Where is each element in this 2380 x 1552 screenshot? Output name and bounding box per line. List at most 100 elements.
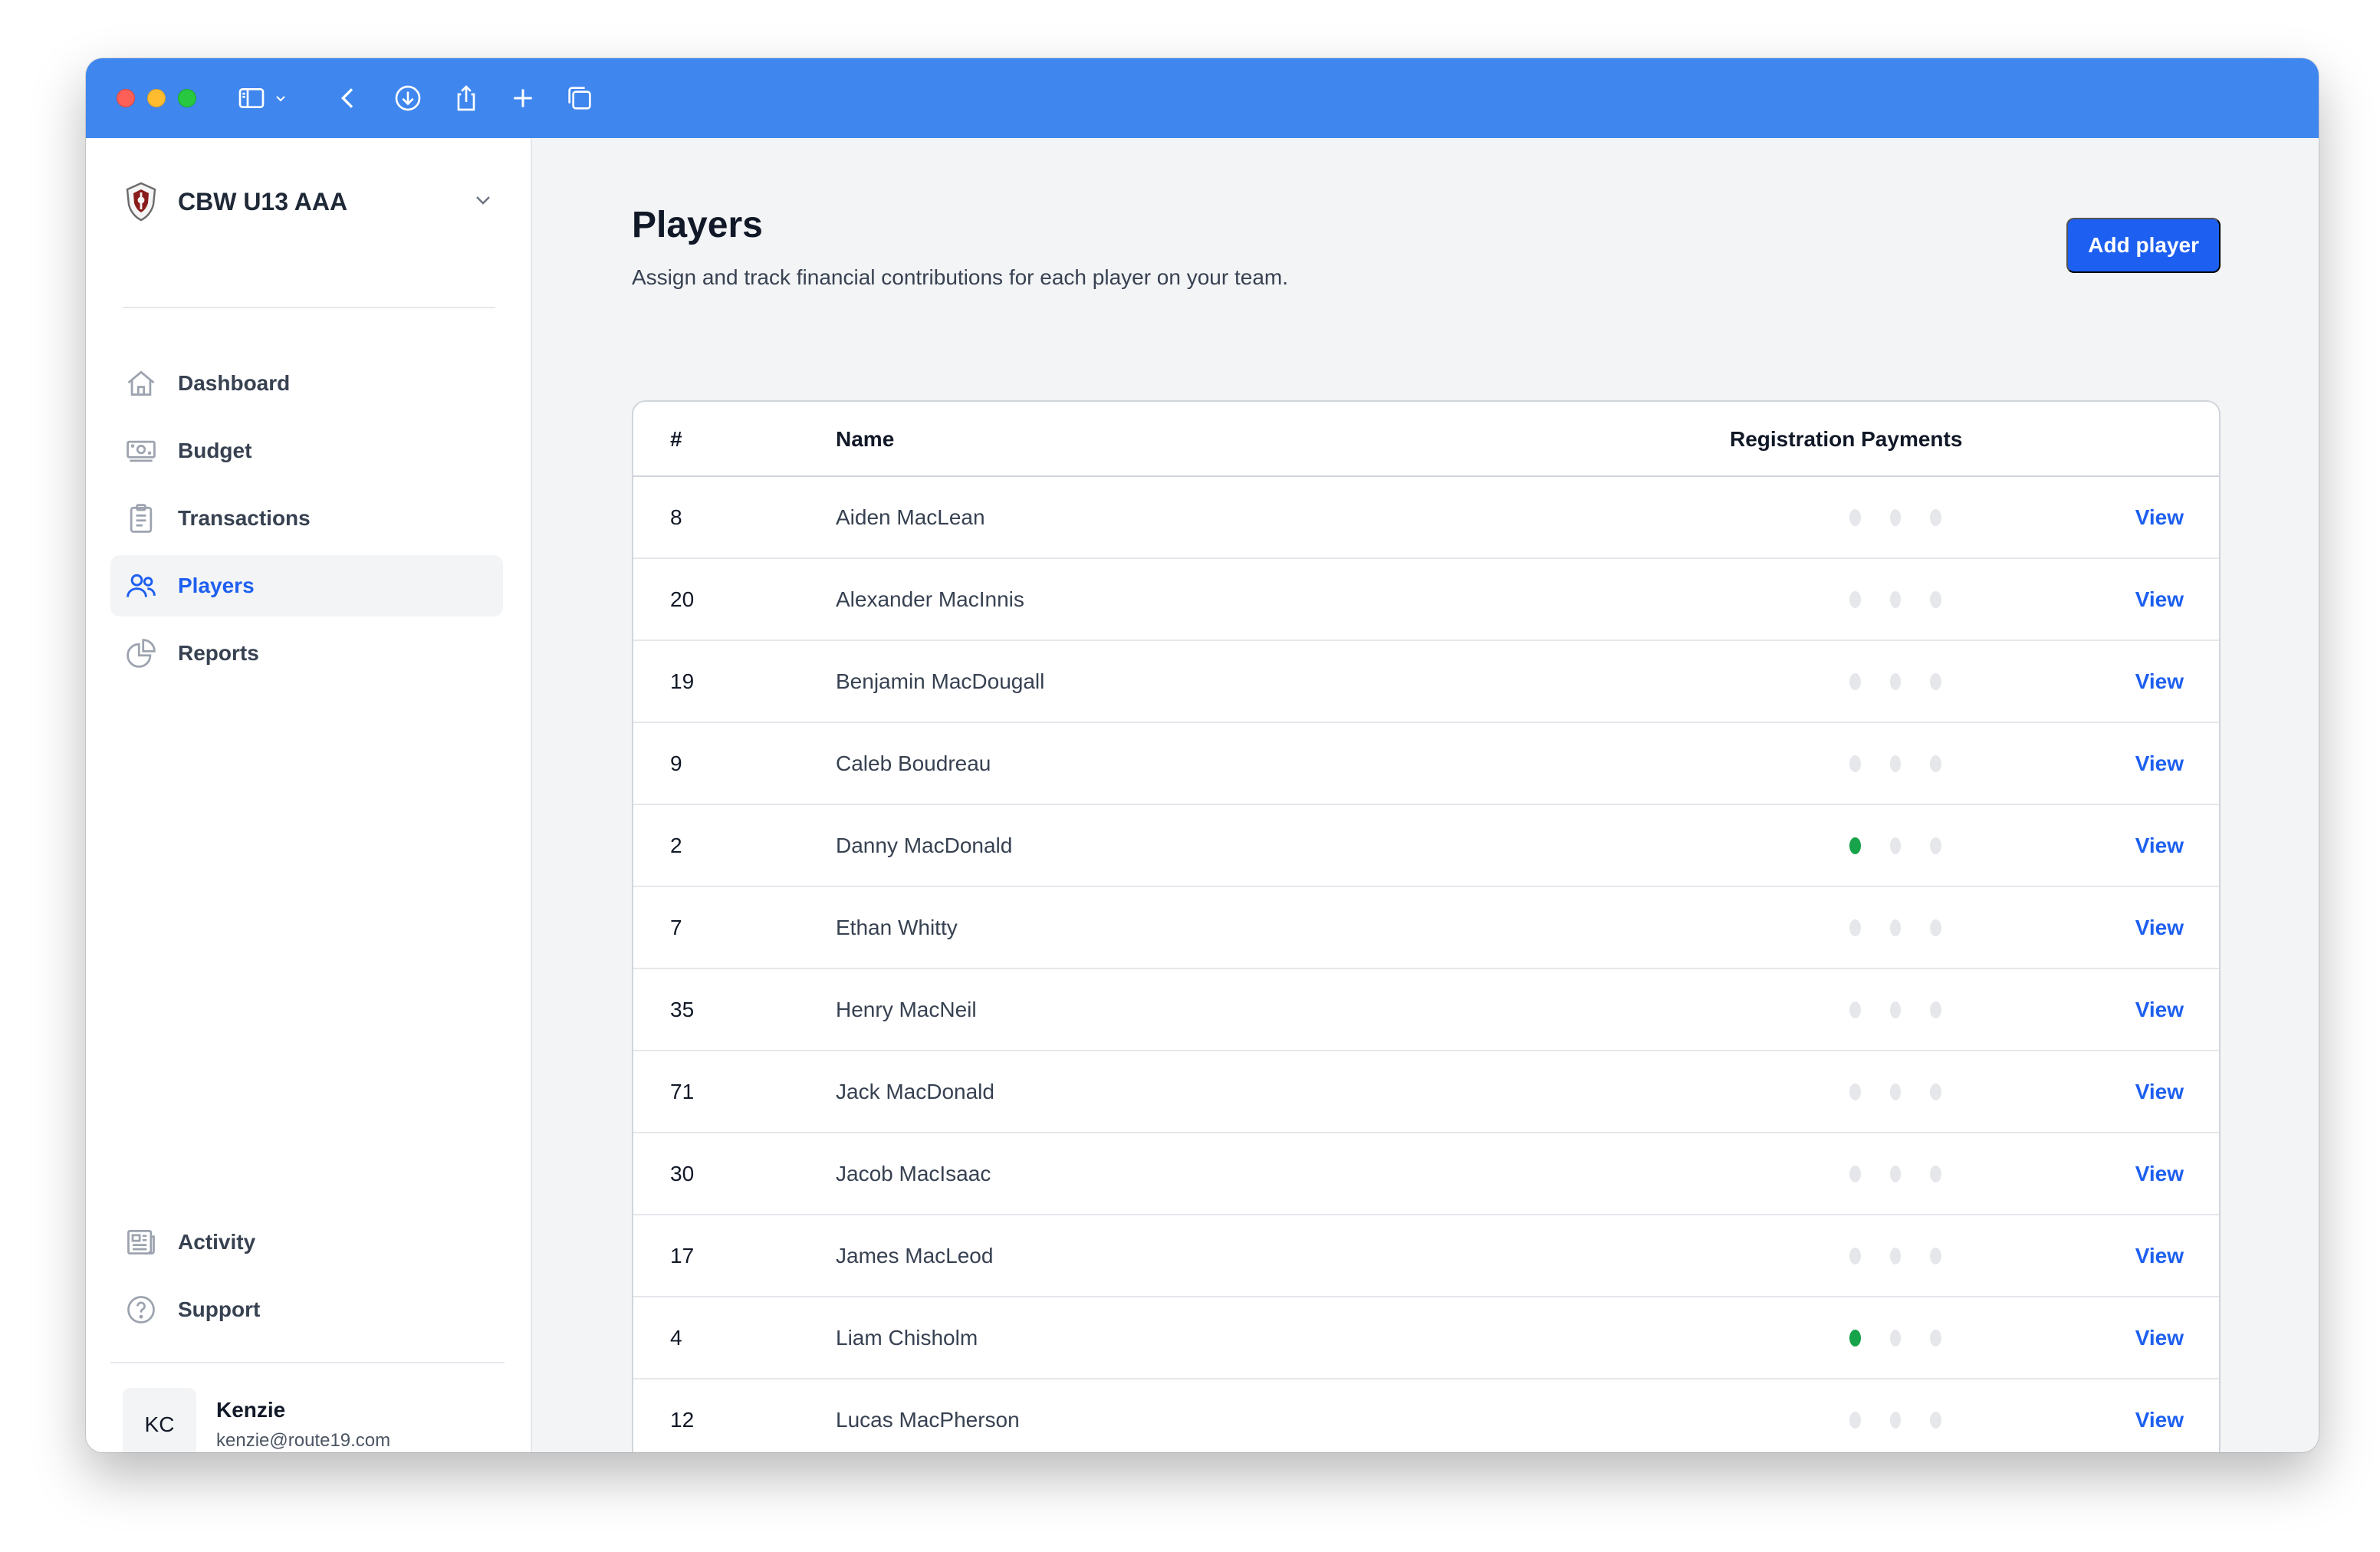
nav-label: Support [178, 1297, 261, 1321]
view-player-link[interactable]: View [2135, 1133, 2184, 1214]
player-name: Aiden MacLean [836, 505, 985, 529]
payment-unpaid-indicator [1849, 1083, 1861, 1100]
payment-unpaid-indicator [1849, 1247, 1861, 1264]
player-number: 19 [670, 669, 695, 693]
view-player-link[interactable]: View [2135, 477, 2184, 557]
payment-status [1849, 805, 1942, 886]
nav-label: Players [178, 574, 255, 597]
view-player-link[interactable]: View [2135, 559, 2184, 640]
table-row: 30 Jacob MacIsaac View [633, 1133, 2219, 1215]
secondary-nav: Activity Support [110, 1212, 503, 1346]
payment-unpaid-indicator [1849, 1165, 1861, 1182]
chevron-down-icon[interactable] [471, 188, 495, 216]
sidebar: CBW U13 AAA Dashboard Budget Transaction… [86, 138, 532, 1452]
user-name: Kenzie [216, 1398, 286, 1422]
nav-item-players[interactable]: Players [110, 555, 503, 617]
nav-item-dashboard[interactable]: Dashboard [110, 353, 503, 414]
download-icon[interactable] [388, 78, 428, 118]
team-selector[interactable]: CBW U13 AAA [123, 175, 495, 229]
table-row: 12 Lucas MacPherson View [633, 1379, 2219, 1452]
close-window-button[interactable] [117, 89, 135, 107]
payment-unpaid-indicator [1930, 837, 1942, 854]
payment-unpaid-indicator [1889, 1165, 1902, 1182]
view-player-link[interactable]: View [2135, 1379, 2184, 1452]
table-row: 20 Alexander MacInnis View [633, 559, 2219, 641]
nav-label: Budget [178, 439, 252, 462]
players-table: # Name Registration Payments 8 Aiden MacL… [632, 400, 2221, 1452]
nav-item-reports[interactable]: Reports [110, 623, 503, 684]
browser-window: CBW U13 AAA Dashboard Budget Transaction… [86, 58, 2319, 1452]
main-nav: Dashboard Budget Transactions Players Re… [110, 353, 503, 690]
table-row: 7 Ethan Whitty View [633, 887, 2219, 969]
payment-unpaid-indicator [1889, 755, 1902, 772]
payment-unpaid-indicator [1849, 1411, 1861, 1429]
minimize-window-button[interactable] [147, 89, 166, 107]
nav-item-support[interactable]: Support [110, 1279, 503, 1340]
player-number: 4 [670, 1326, 682, 1350]
plus-icon[interactable] [503, 78, 543, 118]
view-player-link[interactable]: View [2135, 1051, 2184, 1132]
zoom-window-button[interactable] [178, 89, 196, 107]
add-player-button[interactable]: Add player [2066, 218, 2221, 273]
view-player-link[interactable]: View [2135, 887, 2184, 968]
payment-unpaid-indicator [1889, 1411, 1902, 1429]
nav-item-activity[interactable]: Activity [110, 1212, 503, 1273]
traffic-lights [117, 89, 196, 107]
chevron-down-icon[interactable] [267, 78, 294, 118]
view-player-link[interactable]: View [2135, 1297, 2184, 1378]
view-player-link[interactable]: View [2135, 969, 2184, 1050]
payment-status [1849, 1215, 1942, 1296]
player-name: Liam Chisholm [836, 1326, 978, 1350]
payment-unpaid-indicator [1930, 1083, 1942, 1100]
sidebar-toggle-icon[interactable] [232, 78, 271, 118]
view-player-link[interactable]: View [2135, 1215, 2184, 1296]
home-icon [123, 365, 159, 402]
payment-unpaid-indicator [1930, 1001, 1942, 1018]
payment-unpaid-indicator [1930, 672, 1942, 690]
nav-item-budget[interactable]: Budget [110, 420, 503, 482]
table-row: 71 Jack MacDonald View [633, 1051, 2219, 1133]
divider [123, 307, 495, 308]
column-header-number: # [670, 427, 682, 451]
payment-unpaid-indicator [1849, 672, 1861, 690]
tabs-icon[interactable] [560, 78, 600, 118]
payment-unpaid-indicator [1930, 1411, 1942, 1429]
table-row: 8 Aiden MacLean View [633, 477, 2219, 559]
user-profile[interactable]: KC Kenzie kenzie@route19.com [123, 1388, 390, 1452]
payment-unpaid-indicator [1930, 1247, 1942, 1264]
payment-unpaid-indicator [1889, 919, 1902, 936]
nav-label: Transactions [178, 506, 311, 530]
player-number: 20 [670, 587, 695, 611]
player-name: Jack MacDonald [836, 1080, 994, 1103]
payment-status [1849, 477, 1942, 557]
page-title: Players [632, 205, 763, 245]
payment-unpaid-indicator [1849, 919, 1861, 936]
player-name: Benjamin MacDougall [836, 669, 1045, 693]
users-icon [123, 567, 159, 604]
payment-unpaid-indicator [1889, 590, 1902, 608]
table-row: 9 Caleb Boudreau View [633, 723, 2219, 805]
payment-status [1849, 1297, 1942, 1378]
back-icon[interactable] [328, 78, 368, 118]
team-logo-icon [123, 180, 159, 223]
nav-item-transactions[interactable]: Transactions [110, 488, 503, 549]
view-player-link[interactable]: View [2135, 641, 2184, 722]
player-number: 30 [670, 1162, 695, 1185]
player-number: 35 [670, 998, 695, 1021]
view-player-link[interactable]: View [2135, 723, 2184, 804]
table-row: 17 James MacLeod View [633, 1215, 2219, 1297]
player-name: Henry MacNeil [836, 998, 977, 1021]
payment-unpaid-indicator [1930, 508, 1942, 526]
player-number: 7 [670, 916, 682, 939]
table-body: 8 Aiden MacLean View 20 Alexander MacInnis Vi… [633, 477, 2219, 1452]
help-circle-icon [123, 1291, 159, 1328]
payment-unpaid-indicator [1849, 1001, 1861, 1018]
payment-status [1849, 559, 1942, 640]
clipboard-icon [123, 500, 159, 537]
view-player-link[interactable]: View [2135, 805, 2184, 886]
share-icon[interactable] [446, 78, 486, 118]
player-number: 71 [670, 1080, 695, 1103]
payment-unpaid-indicator [1930, 919, 1942, 936]
payment-unpaid-indicator [1889, 1083, 1902, 1100]
payment-unpaid-indicator [1849, 755, 1861, 772]
